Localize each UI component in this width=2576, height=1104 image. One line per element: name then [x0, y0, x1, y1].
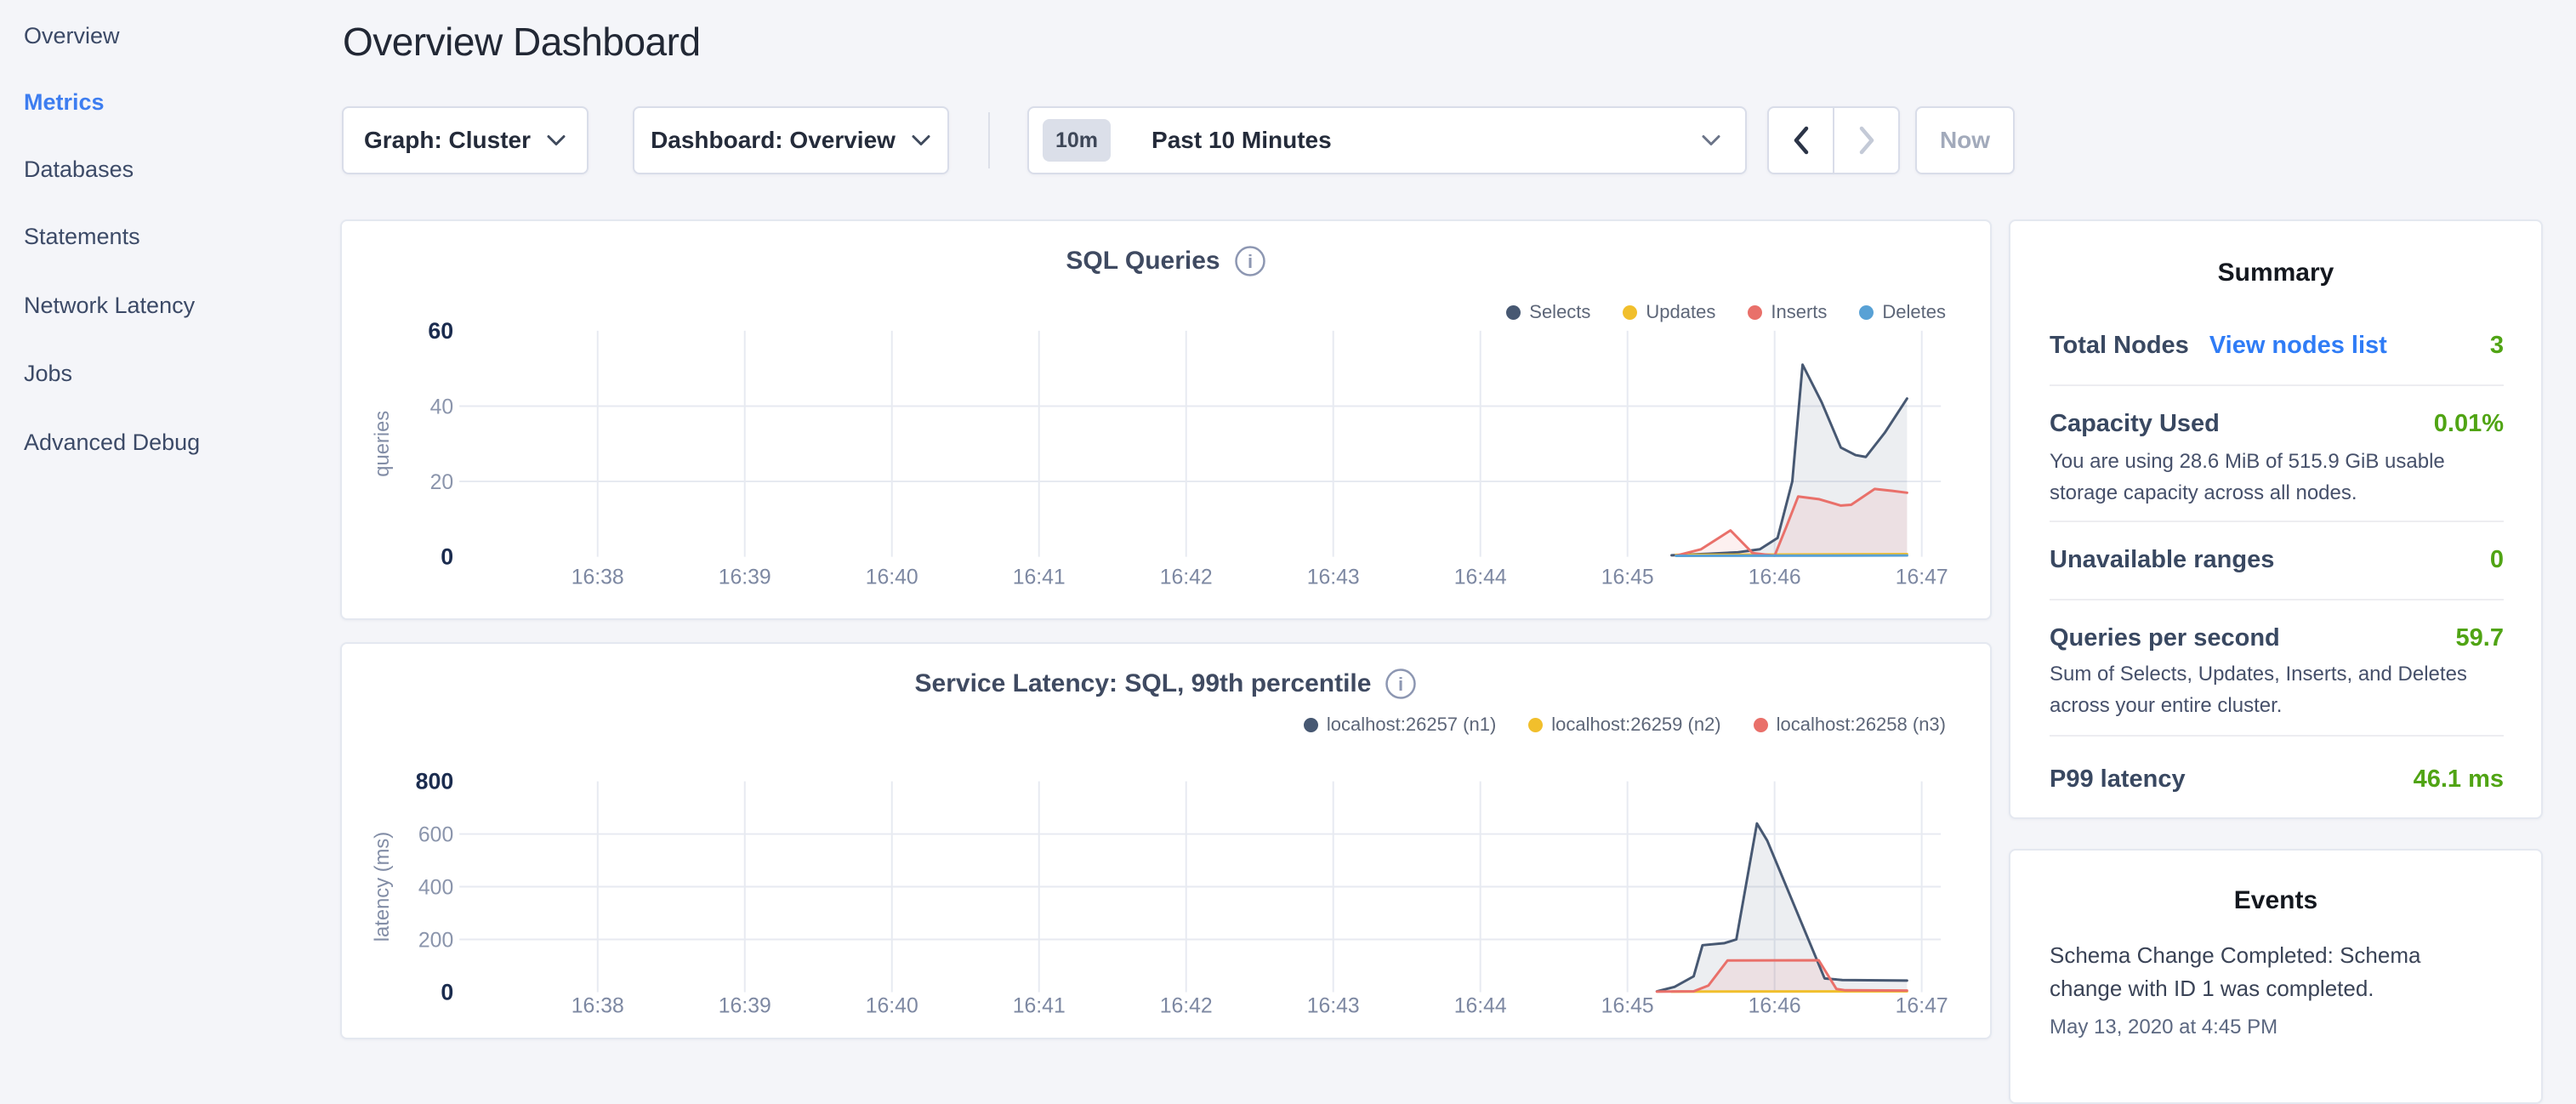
summary-value: 3 [2490, 332, 2504, 360]
y-tick-label: 60 [428, 318, 453, 344]
x-tick-label: 16:45 [1601, 994, 1654, 1017]
summary-value: 59.7 [2456, 624, 2504, 652]
toolbar-divider [988, 112, 990, 168]
sql-queries-chart[interactable]: 16:38 16:39 16:40 16:41 16:42 16:43 16:44 16:45… [342, 221, 1990, 618]
sidebar-item-jobs[interactable]: Jobs [24, 359, 72, 388]
sidebar-item-network-latency[interactable]: Network Latency [24, 291, 195, 320]
y-tick-label: 600 [418, 823, 453, 846]
summary-title: Summary [2010, 259, 2541, 287]
x-tick-label: 16:43 [1307, 566, 1360, 589]
time-pager [1767, 106, 1900, 174]
y-tick-label: 0 [441, 544, 453, 570]
x-tick-label: 16:42 [1160, 994, 1213, 1017]
time-range-label: Past 10 Minutes [1152, 127, 1332, 154]
summary-panel: Summary Total Nodes View nodes list 3 Ca… [2009, 219, 2543, 819]
x-tick-label: 16:41 [1013, 566, 1066, 589]
summary-description: Sum of Selects, Updates, Inserts, and De… [2050, 658, 2512, 721]
chevron-right-icon [1857, 126, 1876, 155]
now-button[interactable]: Now [1915, 106, 2015, 174]
x-tick-label: 16:39 [719, 994, 771, 1017]
graph-selector-label: Graph: Cluster [364, 127, 531, 154]
x-tick-label: 16:46 [1749, 994, 1801, 1017]
chevron-down-icon [1701, 134, 1721, 147]
x-tick-label: 16:39 [719, 566, 771, 589]
divider [2050, 599, 2504, 600]
x-tick-label: 16:38 [571, 566, 624, 589]
event-message[interactable]: Schema Change Completed: Schema change w… [2050, 939, 2466, 1005]
events-panel: Events Schema Change Completed: Schema c… [2009, 849, 2543, 1104]
x-tick-label: 16:40 [866, 994, 918, 1017]
summary-value: 46.1 ms [2414, 765, 2504, 794]
summary-label: P99 latency [2050, 765, 2186, 794]
service-latency-chart-card: Service Latency: SQL, 99th percentile i … [340, 642, 1992, 1039]
graph-selector-dropdown[interactable]: Graph: Cluster [342, 106, 589, 174]
summary-row-p99-latency: P99 latency 46.1 ms [2050, 765, 2504, 794]
sql-queries-chart-card: SQL Queries i SelectsUpdatesInsertsDelet… [340, 219, 1992, 620]
page-title: Overview Dashboard [343, 19, 701, 65]
summary-label: Queries per second [2050, 624, 2280, 652]
summary-row-capacity-used: Capacity Used 0.01% [2050, 410, 2504, 438]
summary-row-total-nodes: Total Nodes View nodes list 3 [2050, 332, 2504, 360]
x-tick-label: 16:40 [866, 566, 918, 589]
y-tick-label: 200 [418, 929, 453, 952]
summary-row-unavailable-ranges: Unavailable ranges 0 [2050, 546, 2504, 574]
service-latency-chart[interactable]: 16:38 16:39 16:40 16:41 16:42 16:43 16:44 16:45… [342, 644, 1990, 1038]
x-tick-label: 16:43 [1307, 994, 1360, 1017]
time-back-button[interactable] [1769, 108, 1833, 173]
events-title: Events [2010, 886, 2541, 915]
dashboard-selector-label: Dashboard: Overview [651, 127, 896, 154]
divider [2050, 735, 2504, 737]
summary-value: 0 [2490, 546, 2504, 574]
summary-label: Unavailable ranges [2050, 546, 2274, 574]
summary-label: Total Nodes [2050, 332, 2189, 360]
summary-description: You are using 28.6 MiB of 515.9 GiB usab… [2050, 446, 2512, 509]
summary-value: 0.01% [2434, 410, 2504, 438]
sidebar-item-overview[interactable]: Overview [24, 21, 120, 50]
y-axis-label: latency (ms) [371, 832, 394, 942]
sidebar-item-advanced-debug[interactable]: Advanced Debug [24, 428, 200, 457]
y-tick-label: 40 [430, 396, 454, 418]
time-range-selector[interactable]: 10m Past 10 Minutes [1027, 106, 1747, 174]
app-root: { "header": { "title": "Overview Dashboa… [0, 0, 2576, 1051]
chevron-down-icon [546, 134, 566, 147]
summary-row-queries-per-second: Queries per second 59.7 [2050, 624, 2504, 652]
divider [2050, 521, 2504, 522]
y-tick-label: 400 [418, 876, 453, 899]
x-tick-label: 16:41 [1013, 994, 1066, 1017]
sidebar-item-databases[interactable]: Databases [24, 155, 134, 184]
y-tick-label: 20 [430, 471, 454, 494]
x-tick-label: 16:38 [571, 994, 624, 1017]
sidebar: Overview Metrics Databases Statements Ne… [0, 0, 340, 1051]
y-tick-label: 0 [441, 979, 453, 1004]
event-timestamp: May 13, 2020 at 4:45 PM [2050, 1016, 2277, 1039]
view-nodes-list-link[interactable]: View nodes list [2209, 332, 2387, 360]
x-tick-label: 16:44 [1454, 994, 1507, 1017]
x-tick-label: 16:44 [1454, 566, 1507, 589]
chevron-down-icon [911, 134, 931, 147]
y-axis-label: queries [371, 411, 394, 477]
x-tick-label: 16:45 [1601, 566, 1654, 589]
chevron-left-icon [1792, 126, 1811, 155]
y-tick-label: 800 [416, 769, 454, 794]
summary-label: Capacity Used [2050, 410, 2220, 438]
x-tick-label: 16:42 [1160, 566, 1213, 589]
x-tick-label: 16:47 [1896, 994, 1948, 1017]
dashboard-selector-dropdown[interactable]: Dashboard: Overview [633, 106, 949, 174]
x-tick-label: 16:47 [1896, 566, 1948, 589]
x-tick-label: 16:46 [1749, 566, 1801, 589]
sidebar-item-statements[interactable]: Statements [24, 222, 140, 251]
time-range-badge: 10m [1043, 119, 1111, 162]
time-forward-button[interactable] [1833, 108, 1898, 173]
divider [2050, 384, 2504, 386]
sidebar-item-metrics[interactable]: Metrics [24, 88, 105, 117]
